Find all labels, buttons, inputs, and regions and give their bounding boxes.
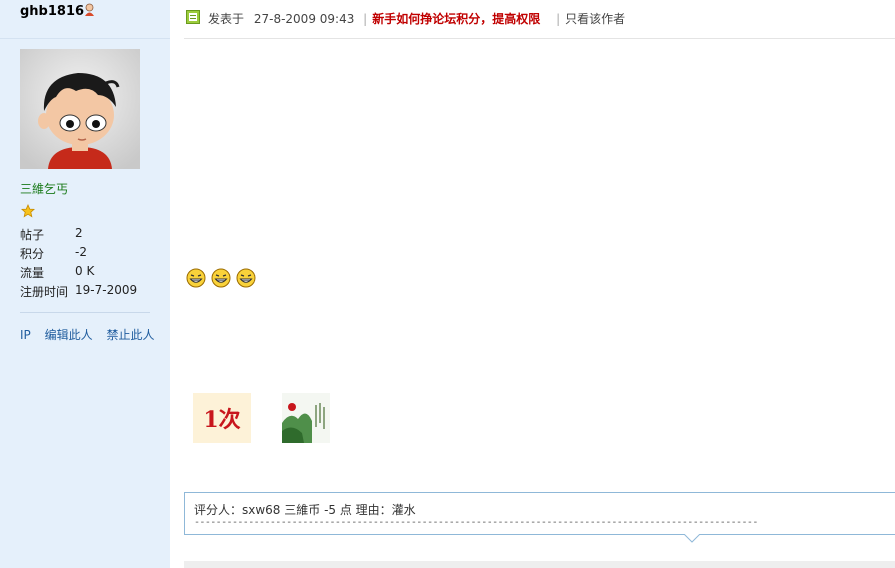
user-actions: IP 编辑此人 禁止此人 — [20, 326, 164, 343]
star-icon — [21, 204, 35, 218]
post-header: 发表于 27-8-2009 09:43 | 新手如何挣论坛积分，提高权限 | 只看该… — [184, 0, 895, 39]
stat-label: 流量 — [20, 266, 45, 280]
grin-smiley-icon — [236, 268, 256, 288]
stat-label: 注册时间 — [20, 285, 69, 299]
sidebar-divider — [20, 312, 150, 313]
post-icon — [186, 10, 200, 24]
posted-label: 发表于 — [208, 12, 245, 26]
grin-smiley-icon — [211, 268, 231, 288]
ip-link[interactable]: IP — [20, 328, 31, 342]
username[interactable]: ghb1816 — [20, 4, 84, 19]
promo-link[interactable]: 新手如何挣论坛积分，提高权限 — [372, 12, 540, 26]
user-sidebar: ghb1816 三維乞丐 帖子 2 积分 -2 流量 0 K 注册时间 19-7… — [0, 0, 170, 568]
edit-user-link[interactable]: 编辑此人 — [45, 328, 93, 342]
post-datetime: 27-8-2009 09:43 — [253, 12, 355, 26]
separator: | — [363, 12, 368, 26]
rate-count-badge: 1次 — [193, 393, 251, 443]
stat-value: 2 — [75, 226, 83, 240]
landscape-stamp-image — [282, 393, 330, 443]
stat-label: 积分 — [20, 247, 45, 261]
author-only-link[interactable]: 只看该作者 — [565, 12, 625, 26]
online-status-icon — [85, 3, 94, 16]
rating-text: 评分人：sxw68 三維币 -5 点 理由：灌水 — [194, 503, 416, 517]
post-meta: 发表于 27-8-2009 09:43 | 新手如何挣论坛积分，提高权限 | 只看该… — [208, 10, 625, 27]
avatar[interactable] — [20, 49, 140, 169]
separator: | — [556, 12, 561, 26]
user-title: 三維乞丐 — [20, 182, 69, 196]
post-main: 发表于 27-8-2009 09:43 | 新手如何挣论坛积分，提高权限 | 只看该… — [170, 0, 895, 568]
post-footer-bar — [184, 561, 895, 568]
stat-value: 19-7-2009 — [75, 283, 138, 297]
sidebar-divider — [0, 38, 170, 39]
grin-smiley-icon — [186, 268, 206, 288]
stat-value: -2 — [75, 245, 87, 259]
rating-box: 评分人：sxw68 三維币 -5 点 理由：灌水 ---------------… — [184, 492, 895, 535]
pointer-arrow-icon — [684, 534, 700, 543]
rating-divider-line: ----------------------------------------… — [194, 517, 758, 528]
ban-user-link[interactable]: 禁止此人 — [106, 328, 154, 342]
post-smilies — [186, 268, 261, 291]
stat-value: 0 K — [75, 264, 95, 278]
stat-label: 帖子 — [20, 228, 45, 242]
